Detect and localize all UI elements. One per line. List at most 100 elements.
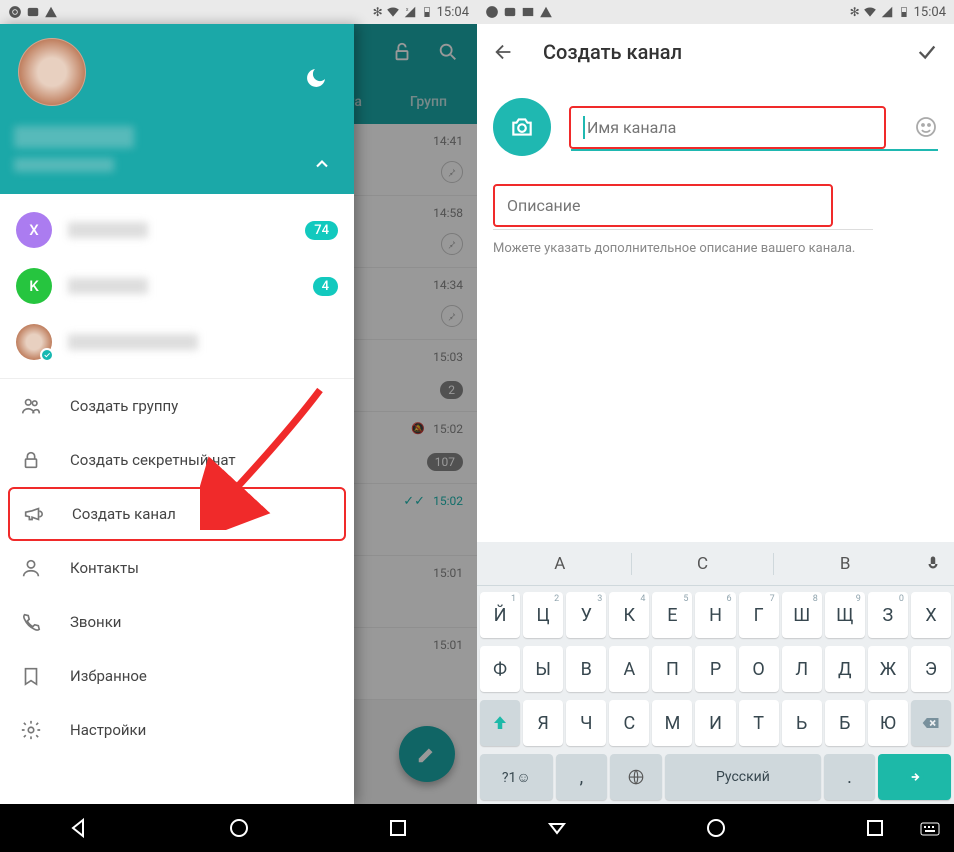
key[interactable]: Щ9 <box>825 592 865 638</box>
key[interactable]: Х <box>911 592 951 638</box>
key[interactable]: Й1 <box>480 592 520 638</box>
channel-name-input[interactable] <box>583 118 872 137</box>
check-icon <box>40 348 54 362</box>
menu-settings[interactable]: Настройки <box>0 703 354 757</box>
ime-icon[interactable] <box>918 816 942 840</box>
group-icon <box>20 395 42 417</box>
bookmark-icon <box>20 665 42 687</box>
emoji-icon[interactable] <box>914 115 938 139</box>
phone-icon <box>20 611 42 633</box>
comma-key[interactable]: , <box>556 754 608 800</box>
key[interactable]: В <box>566 646 606 692</box>
suggestion[interactable]: В <box>774 554 916 574</box>
sync-icon <box>8 5 22 19</box>
avatar <box>16 324 52 360</box>
key[interactable]: Э <box>911 646 951 692</box>
menu-new-channel[interactable]: Создать канал <box>8 487 346 541</box>
sync-icon <box>485 5 499 19</box>
avatar[interactable] <box>18 38 86 106</box>
description-input[interactable] <box>507 196 819 215</box>
key[interactable]: Г7 <box>739 592 779 638</box>
lock-icon <box>20 449 42 471</box>
description-input-wrap <box>493 184 833 227</box>
megaphone-icon <box>22 503 44 525</box>
suggestion-bar: А С В <box>477 542 954 586</box>
mail-icon <box>503 5 517 19</box>
recents-icon[interactable] <box>386 816 410 840</box>
key[interactable]: Ч <box>566 700 606 746</box>
menu-contacts[interactable]: Контакты <box>0 541 354 595</box>
back-icon[interactable] <box>545 816 569 840</box>
key[interactable]: М <box>652 700 692 746</box>
key[interactable]: Ы <box>523 646 563 692</box>
menu-calls[interactable]: Звонки <box>0 595 354 649</box>
key[interactable]: А <box>609 646 649 692</box>
key[interactable]: Ц2 <box>523 592 563 638</box>
keyboard-row-4: ?1☺ , Русский . <box>480 754 951 800</box>
keyboard-row-3: Я Ч С М И Т Ь Б Ю <box>480 700 951 746</box>
suggestion[interactable]: А <box>489 554 631 574</box>
page-title: Создать канал <box>543 40 888 64</box>
backspace-key[interactable] <box>911 700 951 746</box>
enter-key[interactable] <box>878 754 951 800</box>
key[interactable]: Р <box>695 646 735 692</box>
key[interactable]: Ж <box>868 646 908 692</box>
account-item[interactable]: X 74 <box>0 202 354 258</box>
check-icon[interactable] <box>916 41 938 63</box>
key[interactable]: Д <box>825 646 865 692</box>
chevron-up-icon[interactable] <box>312 154 332 174</box>
key[interactable]: Б <box>825 700 865 746</box>
key[interactable]: Т <box>739 700 779 746</box>
home-icon[interactable] <box>704 816 728 840</box>
nav-bar <box>0 804 477 852</box>
key[interactable]: Л <box>782 646 822 692</box>
symbols-key[interactable]: ?1☺ <box>480 754 553 800</box>
menu-label: Создать группу <box>70 397 178 415</box>
key[interactable]: Я <box>523 700 563 746</box>
account-item[interactable] <box>0 314 354 370</box>
keyboard-row-2: Ф Ы В А П Р О Л Д Ж Э <box>480 646 951 692</box>
key[interactable]: П <box>652 646 692 692</box>
suggestion[interactable]: С <box>632 554 774 574</box>
key[interactable]: Ь <box>782 700 822 746</box>
person-icon <box>20 557 42 579</box>
key[interactable]: У3 <box>566 592 606 638</box>
key[interactable]: О <box>739 646 779 692</box>
key[interactable]: З0 <box>868 592 908 638</box>
drawer-header <box>0 24 354 194</box>
key[interactable]: Ю <box>868 700 908 746</box>
space-key[interactable]: Русский <box>665 754 820 800</box>
avatar: K <box>16 268 52 304</box>
battery-icon <box>897 5 911 19</box>
menu-saved[interactable]: Избранное <box>0 649 354 703</box>
toolbar: Создать канал <box>477 24 954 80</box>
key[interactable]: Ш8 <box>782 592 822 638</box>
account-item[interactable]: K 4 <box>0 258 354 314</box>
key[interactable]: Ф <box>480 646 520 692</box>
globe-key[interactable] <box>610 754 662 800</box>
back-icon[interactable] <box>68 816 92 840</box>
moon-icon[interactable] <box>304 66 328 90</box>
menu-list: Создать группу Создать секретный чат Соз… <box>0 379 354 804</box>
key[interactable]: С <box>609 700 649 746</box>
menu-new-group[interactable]: Создать группу <box>0 379 354 433</box>
menu-label: Настройки <box>70 721 146 739</box>
username-blurred <box>14 126 134 148</box>
set-photo-button[interactable] <box>493 98 551 156</box>
key[interactable]: К4 <box>609 592 649 638</box>
mic-icon[interactable] <box>924 555 942 573</box>
shift-key[interactable] <box>480 700 520 746</box>
key[interactable]: Е5 <box>652 592 692 638</box>
wifi-icon <box>863 5 877 19</box>
keyboard: А С В Й1 Ц2 У3 К4 Е5 Н6 Г7 Ш8 Щ9 З <box>477 542 954 804</box>
image-icon <box>521 5 535 19</box>
unread-badge: 4 <box>313 277 338 296</box>
recents-icon[interactable] <box>863 816 887 840</box>
key[interactable]: И <box>695 700 735 746</box>
period-key[interactable]: . <box>824 754 876 800</box>
menu-new-secret-chat[interactable]: Создать секретный чат <box>0 433 354 487</box>
back-arrow-icon[interactable] <box>493 41 515 63</box>
key[interactable]: Н6 <box>695 592 735 638</box>
home-icon[interactable] <box>227 816 251 840</box>
svg-text:x: x <box>406 7 409 13</box>
